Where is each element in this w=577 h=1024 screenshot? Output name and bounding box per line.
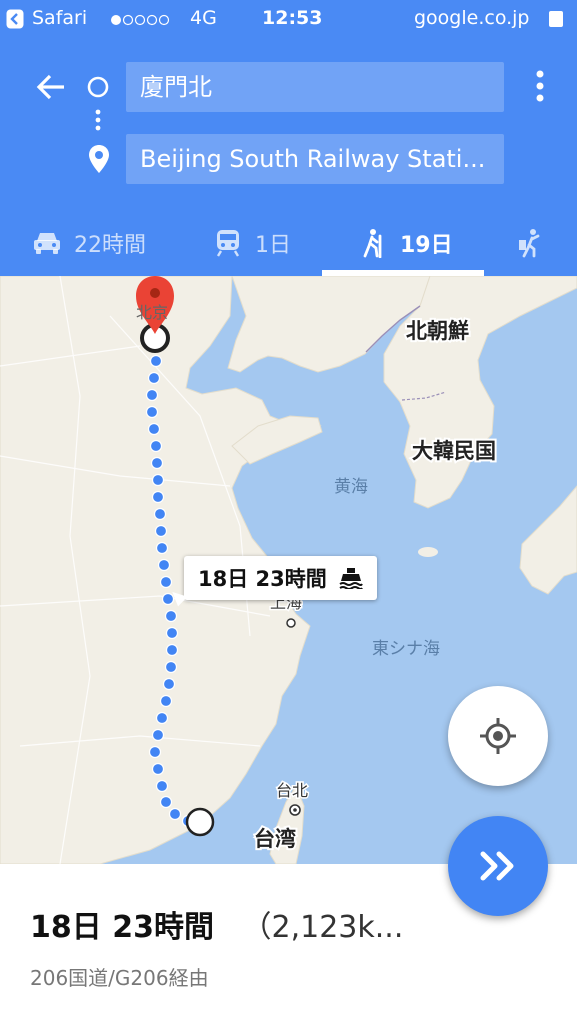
map-label-yellow-sea: 黄海: [334, 477, 368, 497]
directions-header: 廈門北 Beijing South Railway Stati... 22時間 …: [0, 38, 577, 276]
tab-walk[interactable]: 19日: [360, 210, 453, 276]
network-type: 4G: [190, 7, 217, 29]
jeju-island: [418, 547, 438, 557]
destination-pin-icon: [89, 145, 109, 173]
tab-transit-label: 1日: [255, 233, 291, 258]
crosshair-icon: [480, 718, 516, 754]
status-bar: Safari 4G 12:53 google.co.jp: [0, 0, 577, 38]
more-options-icon[interactable]: [530, 68, 550, 108]
hiking-icon: [363, 229, 382, 258]
destination-pin-dot: [150, 288, 160, 298]
page-url: google.co.jp: [414, 7, 530, 29]
signal-strength-icon: [111, 14, 170, 26]
tab-drive[interactable]: 22時間: [32, 210, 146, 276]
map-label-beijing: 北京: [136, 303, 168, 322]
map-label-south-korea: 大韓民国: [412, 439, 496, 463]
map-label-taiwan: 台湾: [254, 827, 296, 851]
back-arrow-icon[interactable]: [34, 70, 68, 104]
car-icon: [34, 233, 60, 254]
tab-drive-label: 22時間: [74, 233, 146, 258]
origin-input[interactable]: 廈門北: [126, 62, 504, 112]
map-label-north-korea: 北朝鮮: [406, 319, 469, 343]
map-view[interactable]: 北京 北朝鮮 大韓民国 黄海 上海 東シナ海 台北 台湾 18日 23時間: [0, 276, 577, 864]
map-label-taipei: 台北: [276, 781, 308, 800]
ferry-icon: [339, 568, 363, 589]
callout-duration-text: 18日 23時間: [198, 567, 327, 591]
origin-marker: [185, 807, 215, 837]
tab-ride[interactable]: [516, 210, 542, 276]
rider-icon: [519, 229, 540, 258]
route-via: 206国道/G206経由: [30, 966, 209, 990]
back-to-app-icon[interactable]: [6, 9, 24, 29]
shanghai-marker: [286, 618, 296, 628]
destination-ring-center: [151, 334, 159, 342]
status-time: 12:53: [262, 7, 323, 29]
back-app-label[interactable]: Safari: [32, 7, 87, 29]
tab-transit[interactable]: 1日: [215, 210, 291, 276]
route-duration-callout[interactable]: 18日 23時間: [184, 556, 377, 600]
route-distance: （2,123k...: [241, 910, 404, 945]
route-duration: 18日 23時間: [30, 910, 214, 945]
taipei-marker-dot: [293, 808, 297, 812]
destination-input[interactable]: Beijing South Railway Stati...: [126, 134, 504, 184]
tab-walk-label: 19日: [400, 233, 453, 258]
start-navigation-button[interactable]: [448, 816, 548, 916]
route-dots-icon: [95, 109, 101, 131]
battery-icon: [549, 11, 563, 27]
map-label-east-china-sea: 東シナ海: [372, 639, 440, 659]
train-icon: [216, 230, 240, 257]
my-location-button[interactable]: [448, 686, 548, 786]
double-chevron-right-icon: [480, 851, 514, 881]
origin-circle-icon: [87, 76, 109, 98]
travel-mode-tabs: 22時間 1日 19日: [0, 210, 577, 276]
